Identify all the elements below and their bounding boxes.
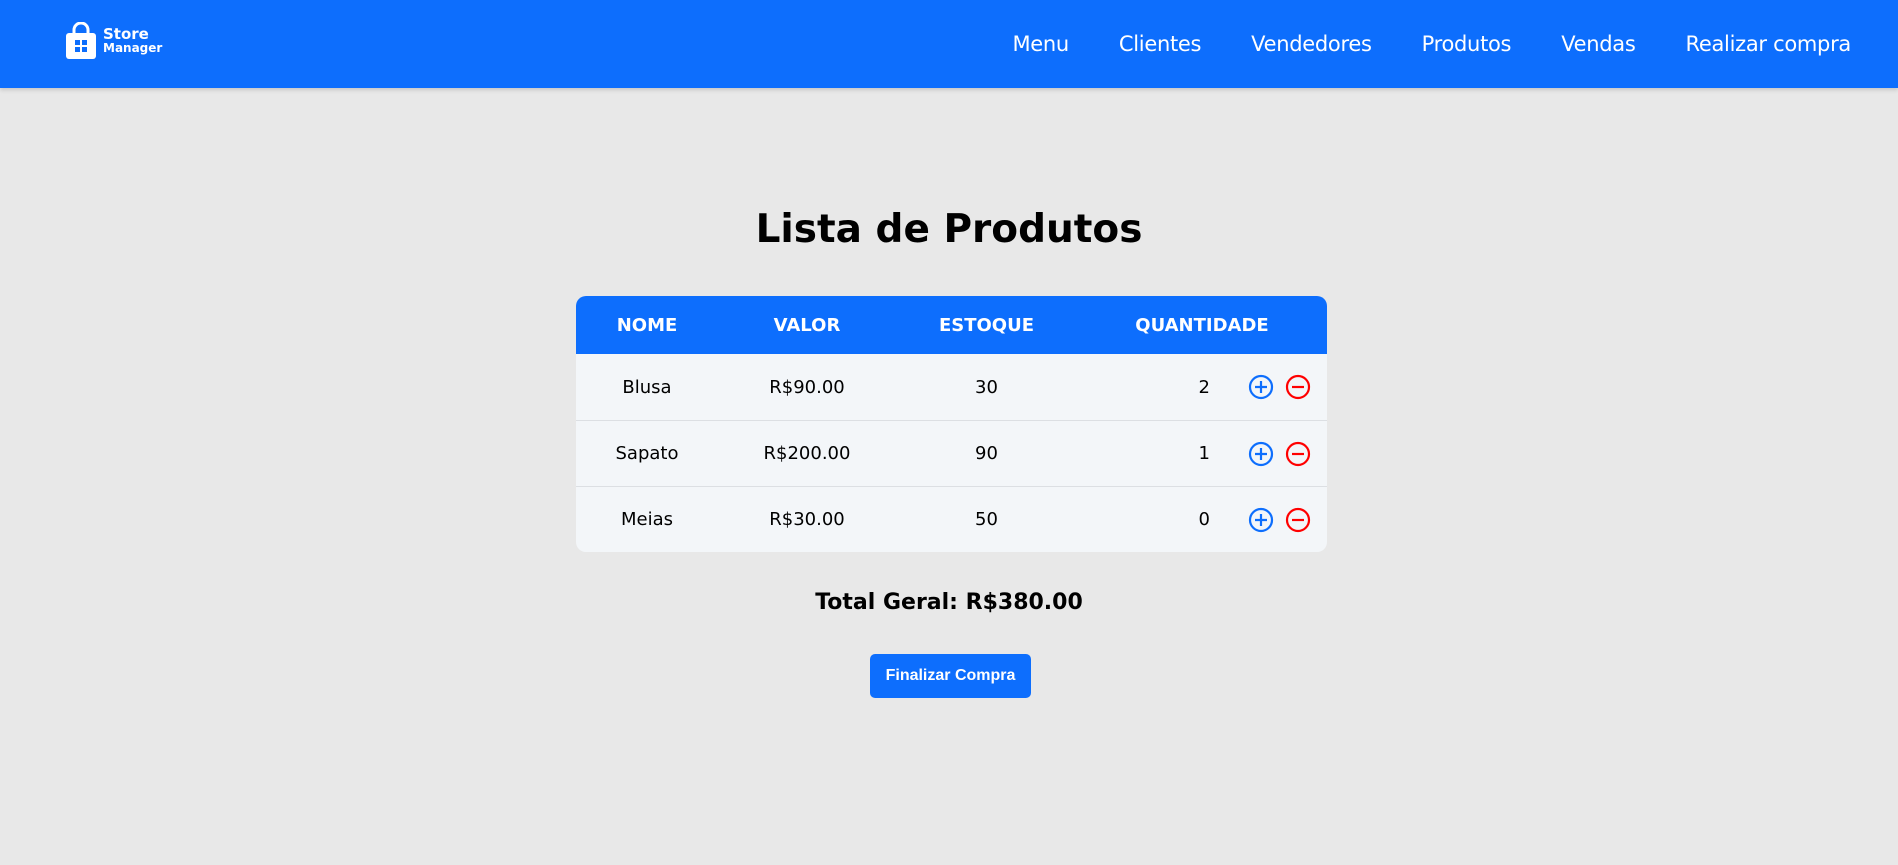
logo-text-store: Store bbox=[103, 25, 149, 43]
table-row: Meias R$30.00 50 0 bbox=[576, 486, 1327, 552]
nav-vendedores[interactable]: Vendedores bbox=[1251, 32, 1372, 56]
cell-estoque: 90 bbox=[975, 443, 998, 464]
cell-quantidade: 1 bbox=[1198, 443, 1210, 464]
cell-estoque: 30 bbox=[975, 376, 998, 398]
cell-valor: R$90.00 bbox=[769, 376, 845, 398]
cell-nome: Meias bbox=[620, 509, 673, 530]
navbar: Store Manager Menu Clientes Vendedores P… bbox=[0, 0, 1898, 88]
header-valor: VALOR bbox=[773, 314, 841, 336]
nav-vendas[interactable]: Vendas bbox=[1561, 32, 1636, 56]
table-header: NOME VALOR ESTOQUE QUANTIDADE bbox=[576, 296, 1327, 354]
minus-circle-icon[interactable] bbox=[1285, 507, 1311, 533]
nav-menu[interactable]: Menu bbox=[1012, 32, 1069, 56]
page-title: Lista de Produtos bbox=[755, 207, 1143, 252]
cell-nome: Blusa bbox=[622, 376, 672, 398]
logo[interactable]: Store Manager bbox=[64, 22, 162, 60]
plus-circle-icon[interactable] bbox=[1248, 374, 1274, 400]
finalizar-compra-button[interactable]: Finalizar Compra bbox=[870, 654, 1031, 698]
cell-nome: Sapato bbox=[615, 443, 679, 464]
header-nome: NOME bbox=[616, 314, 678, 336]
plus-circle-icon[interactable] bbox=[1248, 441, 1274, 467]
cell-quantidade: 2 bbox=[1198, 376, 1210, 398]
minus-circle-icon[interactable] bbox=[1285, 374, 1311, 400]
cell-valor: R$200.00 bbox=[763, 443, 851, 464]
nav-realizar-compra[interactable]: Realizar compra bbox=[1686, 32, 1852, 56]
cell-quantidade: 0 bbox=[1198, 509, 1210, 530]
plus-circle-icon[interactable] bbox=[1248, 507, 1274, 533]
logo-text-manager: Manager bbox=[103, 41, 163, 55]
cell-valor: R$30.00 bbox=[769, 509, 845, 530]
header-quantidade: QUANTIDADE bbox=[1135, 314, 1269, 336]
header-estoque: ESTOQUE bbox=[938, 314, 1035, 336]
nav-produtos[interactable]: Produtos bbox=[1422, 32, 1512, 56]
table-row: Sapato R$200.00 90 1 bbox=[576, 420, 1327, 486]
cell-estoque: 50 bbox=[975, 509, 998, 530]
table-row: Blusa R$90.00 30 2 bbox=[576, 354, 1327, 420]
products-table: NOME VALOR ESTOQUE QUANTIDADE Blusa R$90… bbox=[576, 296, 1327, 552]
shopping-bag-icon bbox=[66, 22, 96, 59]
minus-circle-icon[interactable] bbox=[1285, 441, 1311, 467]
total-geral: Total Geral: R$380.00 bbox=[815, 590, 1083, 615]
nav-clientes[interactable]: Clientes bbox=[1119, 32, 1202, 56]
